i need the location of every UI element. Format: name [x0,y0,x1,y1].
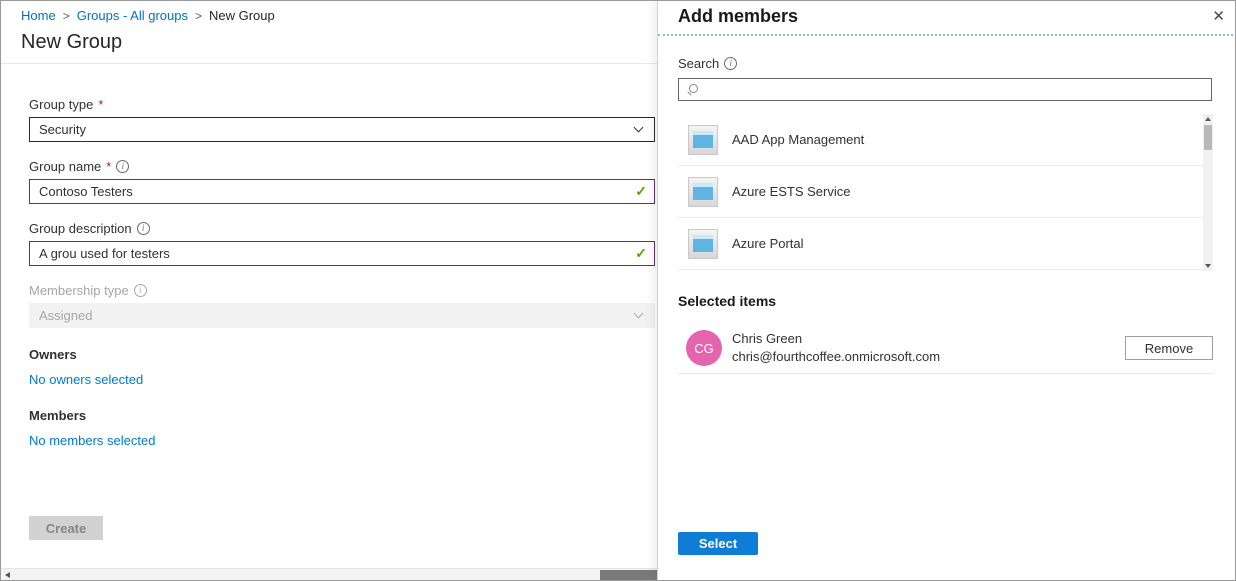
group-name-field: Group name * i ✓ [29,159,655,204]
chevron-down-icon [634,308,644,318]
membership-type-label: Membership type i [29,283,655,298]
header-divider [1,63,657,64]
selected-member-name: Chris Green [732,331,940,347]
close-icon[interactable]: ✕ [1212,7,1225,25]
scroll-up-icon[interactable] [1205,117,1211,121]
add-members-panel: Add members ✕ Search i AAD App Managemen… [657,1,1236,580]
horizontal-scrollbar-thumb[interactable] [600,570,657,580]
group-name-label: Group name * i [29,159,655,174]
breadcrumb-current: New Group [209,8,275,23]
avatar: CG [686,330,722,366]
search-box [678,78,1212,101]
app-icon [688,229,718,259]
selected-member-info: Chris Green chris@fourthcoffee.onmicroso… [732,331,940,365]
select-members-link[interactable]: No members selected [29,433,155,448]
panel-title: Add members [678,6,798,27]
search-icon [686,83,700,97]
member-search-input[interactable] [706,79,1204,100]
group-type-select[interactable]: Security [29,117,655,142]
app-icon [688,125,718,155]
new-group-page: Home > Groups - All groups > New Group N… [1,1,657,580]
breadcrumb-groups-link[interactable]: Groups - All groups [77,8,188,23]
search-section: Search i [678,56,1212,101]
membership-type-value: Assigned [39,308,92,323]
vertical-scrollbar-thumb[interactable] [1204,125,1212,150]
owners-label: Owners [29,347,655,362]
selected-member-row: CG Chris Green chris@fourthcoffee.onmicr… [678,323,1213,374]
info-icon[interactable]: i [137,222,150,235]
breadcrumb: Home > Groups - All groups > New Group [21,8,275,23]
search-results-list: AAD App Management Azure ESTS Service Az… [678,114,1213,271]
result-name: AAD App Management [732,132,864,147]
members-section: Members No members selected [29,408,655,450]
membership-type-field: Membership type i Assigned [29,283,655,328]
panel-header-divider [658,34,1236,36]
result-name: Azure Portal [732,236,804,251]
valid-check-icon: ✓ [635,183,647,200]
horizontal-scrollbar[interactable] [1,568,657,580]
breadcrumb-home-link[interactable]: Home [21,8,56,23]
create-button[interactable]: Create [29,516,103,540]
group-type-label: Group type * [29,97,655,112]
group-type-field: Group type * Security [29,97,655,142]
select-owners-link[interactable]: No owners selected [29,372,143,387]
select-button[interactable]: Select [678,532,758,555]
breadcrumb-separator-icon: > [63,9,70,23]
search-label: Search i [678,56,1212,71]
group-description-field: Group description i ✓ [29,221,655,266]
label-text: Group type [29,97,93,112]
info-icon[interactable]: i [724,57,737,70]
scroll-left-icon[interactable] [5,572,10,578]
chevron-down-icon [634,122,644,132]
result-name: Azure ESTS Service [732,184,851,199]
page-title: New Group [21,31,122,54]
result-row[interactable]: AAD App Management [678,114,1213,166]
group-description-label: Group description i [29,221,655,236]
label-text: Group description [29,221,132,236]
info-icon[interactable]: i [134,284,147,297]
label-text: Search [678,56,719,71]
owners-section: Owners No owners selected [29,347,655,389]
group-description-input[interactable] [29,241,655,266]
vertical-scrollbar[interactable] [1203,114,1213,271]
result-row[interactable]: Azure ESTS Service [678,166,1213,218]
remove-button[interactable]: Remove [1125,336,1213,360]
new-group-form: Group type * Security Group name * i ✓ [29,97,655,450]
app-icon [688,177,718,207]
valid-check-icon: ✓ [635,245,647,262]
group-name-input[interactable] [29,179,655,204]
required-asterisk: * [98,97,103,112]
label-text: Membership type [29,283,129,298]
selected-member-email: chris@fourthcoffee.onmicrosoft.com [732,349,940,365]
members-label: Members [29,408,655,423]
membership-type-select: Assigned [29,303,655,328]
result-row[interactable]: Azure Portal [678,218,1213,270]
info-icon[interactable]: i [116,160,129,173]
scroll-down-icon[interactable] [1205,264,1211,268]
azure-portal-window: Home > Groups - All groups > New Group N… [0,0,1236,581]
selected-items-label: Selected items [678,293,776,309]
breadcrumb-separator-icon: > [195,9,202,23]
label-text: Group name [29,159,101,174]
required-asterisk: * [106,159,111,174]
group-type-value: Security [39,122,86,137]
